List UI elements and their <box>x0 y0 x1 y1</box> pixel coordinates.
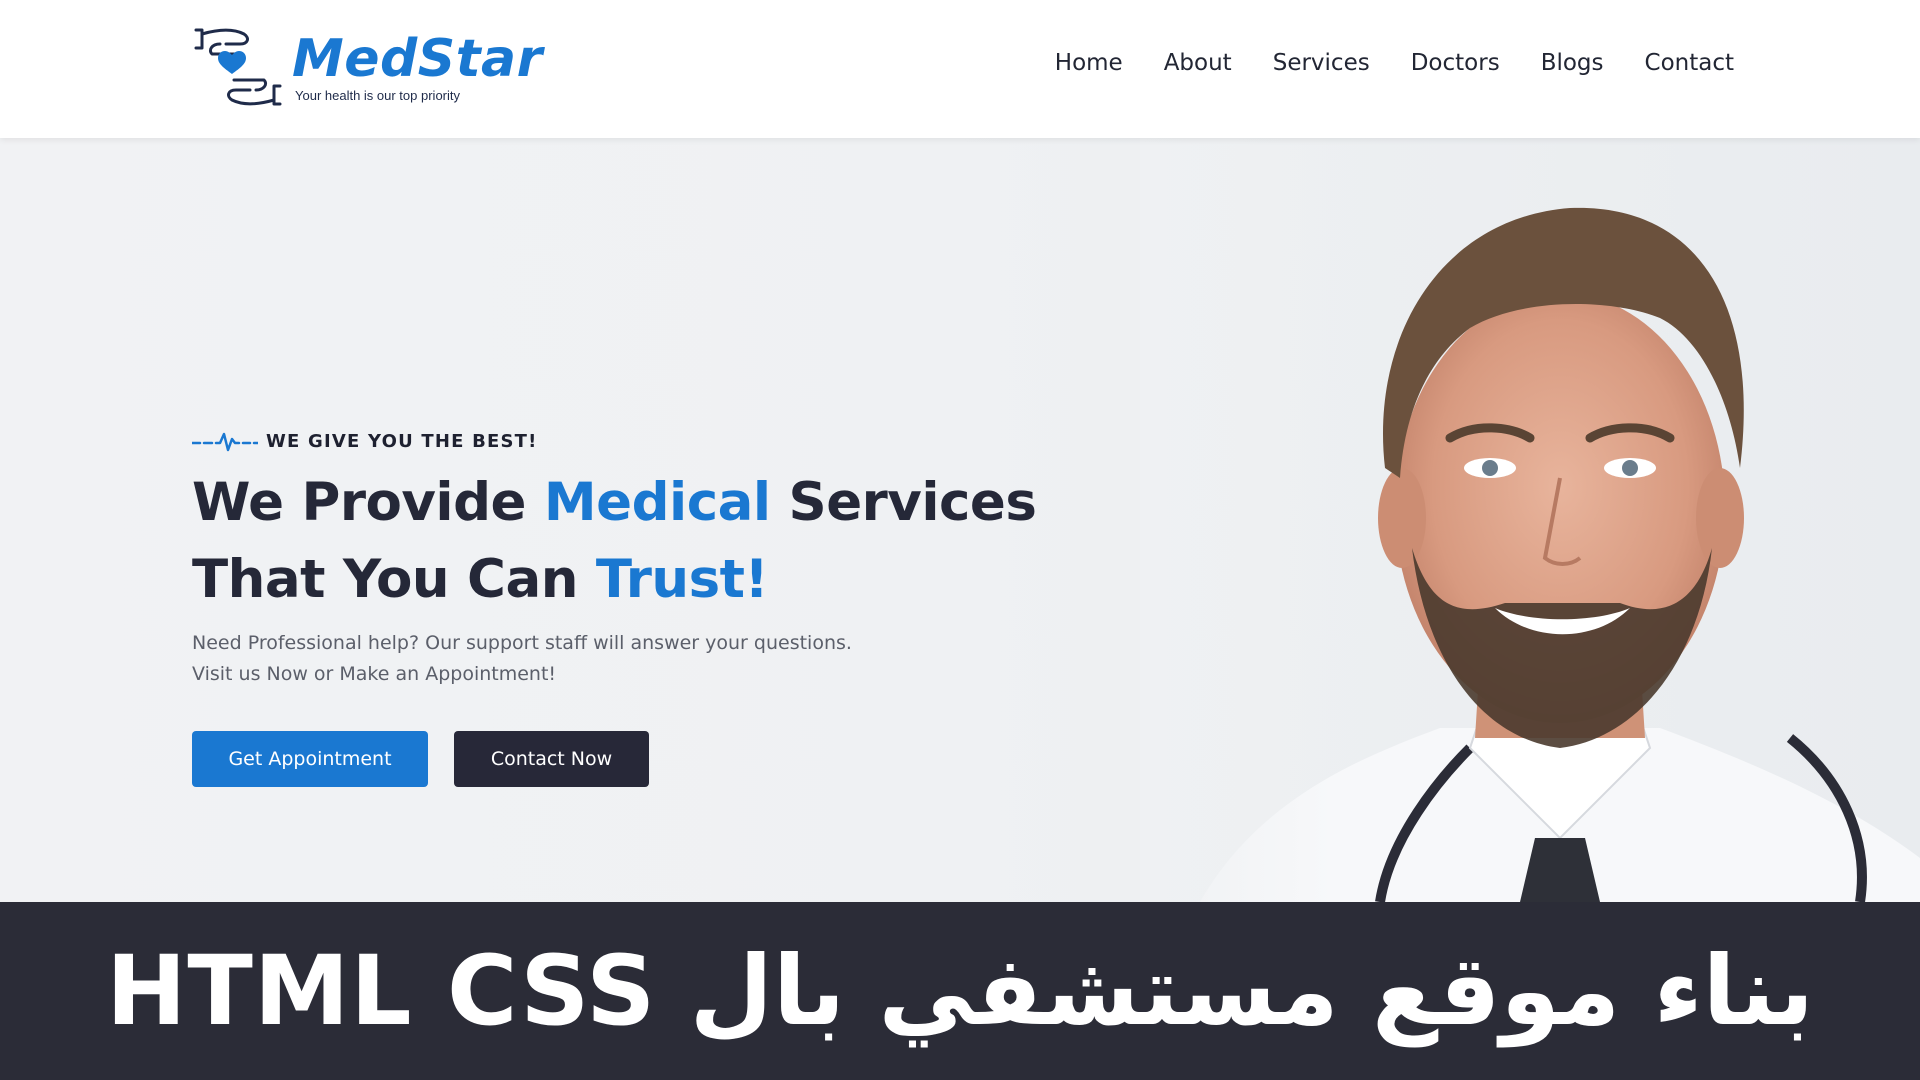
caption-bar: بناء موقع مستشفي بال HTML CSS <box>0 902 1920 1080</box>
nav-about[interactable]: About <box>1164 50 1232 76</box>
contact-now-button[interactable]: Contact Now <box>454 731 649 787</box>
nav-contact[interactable]: Contact <box>1645 50 1734 76</box>
hero-kicker-text: WE GIVE YOU THE BEST! <box>266 430 538 452</box>
hero-title-line1-start: We Provide <box>192 472 544 533</box>
nav-home[interactable]: Home <box>1055 50 1123 76</box>
hero-description-line1: Need Professional help? Our support staf… <box>192 632 852 654</box>
site-header: MedStar Your health is our top priority … <box>0 0 1920 138</box>
hero-title: We Provide Medical Services That You Can… <box>192 464 1037 618</box>
hero-description: Need Professional help? Our support staf… <box>192 628 952 690</box>
nav-blogs[interactable]: Blogs <box>1541 50 1604 76</box>
nav-doctors[interactable]: Doctors <box>1411 50 1500 76</box>
heartbeat-line-icon <box>192 432 258 452</box>
doctor-photo <box>1140 138 1920 902</box>
hero-title-line2-start: That You Can <box>192 549 596 610</box>
nav-services[interactable]: Services <box>1273 50 1370 76</box>
brand-logo[interactable]: MedStar Your health is our top priority <box>192 22 543 112</box>
brand-name: MedStar <box>292 28 543 89</box>
brand-tagline: Your health is our top priority <box>295 87 461 103</box>
caption-text: بناء موقع مستشفي بال HTML CSS <box>106 935 1814 1047</box>
get-appointment-button[interactable]: Get Appointment <box>192 731 428 787</box>
hero-title-line1-end: Services <box>770 472 1037 533</box>
hero-kicker: WE GIVE YOU THE BEST! <box>192 430 538 452</box>
hero-section: WE GIVE YOU THE BEST! We Provide Medical… <box>0 138 1920 902</box>
hero-description-line2: Visit us Now or Make an Appointment! <box>192 663 557 685</box>
hero-title-accent-trust: Trust! <box>595 549 769 610</box>
hero-title-accent-medical: Medical <box>543 472 771 533</box>
hand-heart-icon <box>194 28 282 106</box>
main-nav: Home About Services Doctors Blogs Contac… <box>1055 50 1734 76</box>
